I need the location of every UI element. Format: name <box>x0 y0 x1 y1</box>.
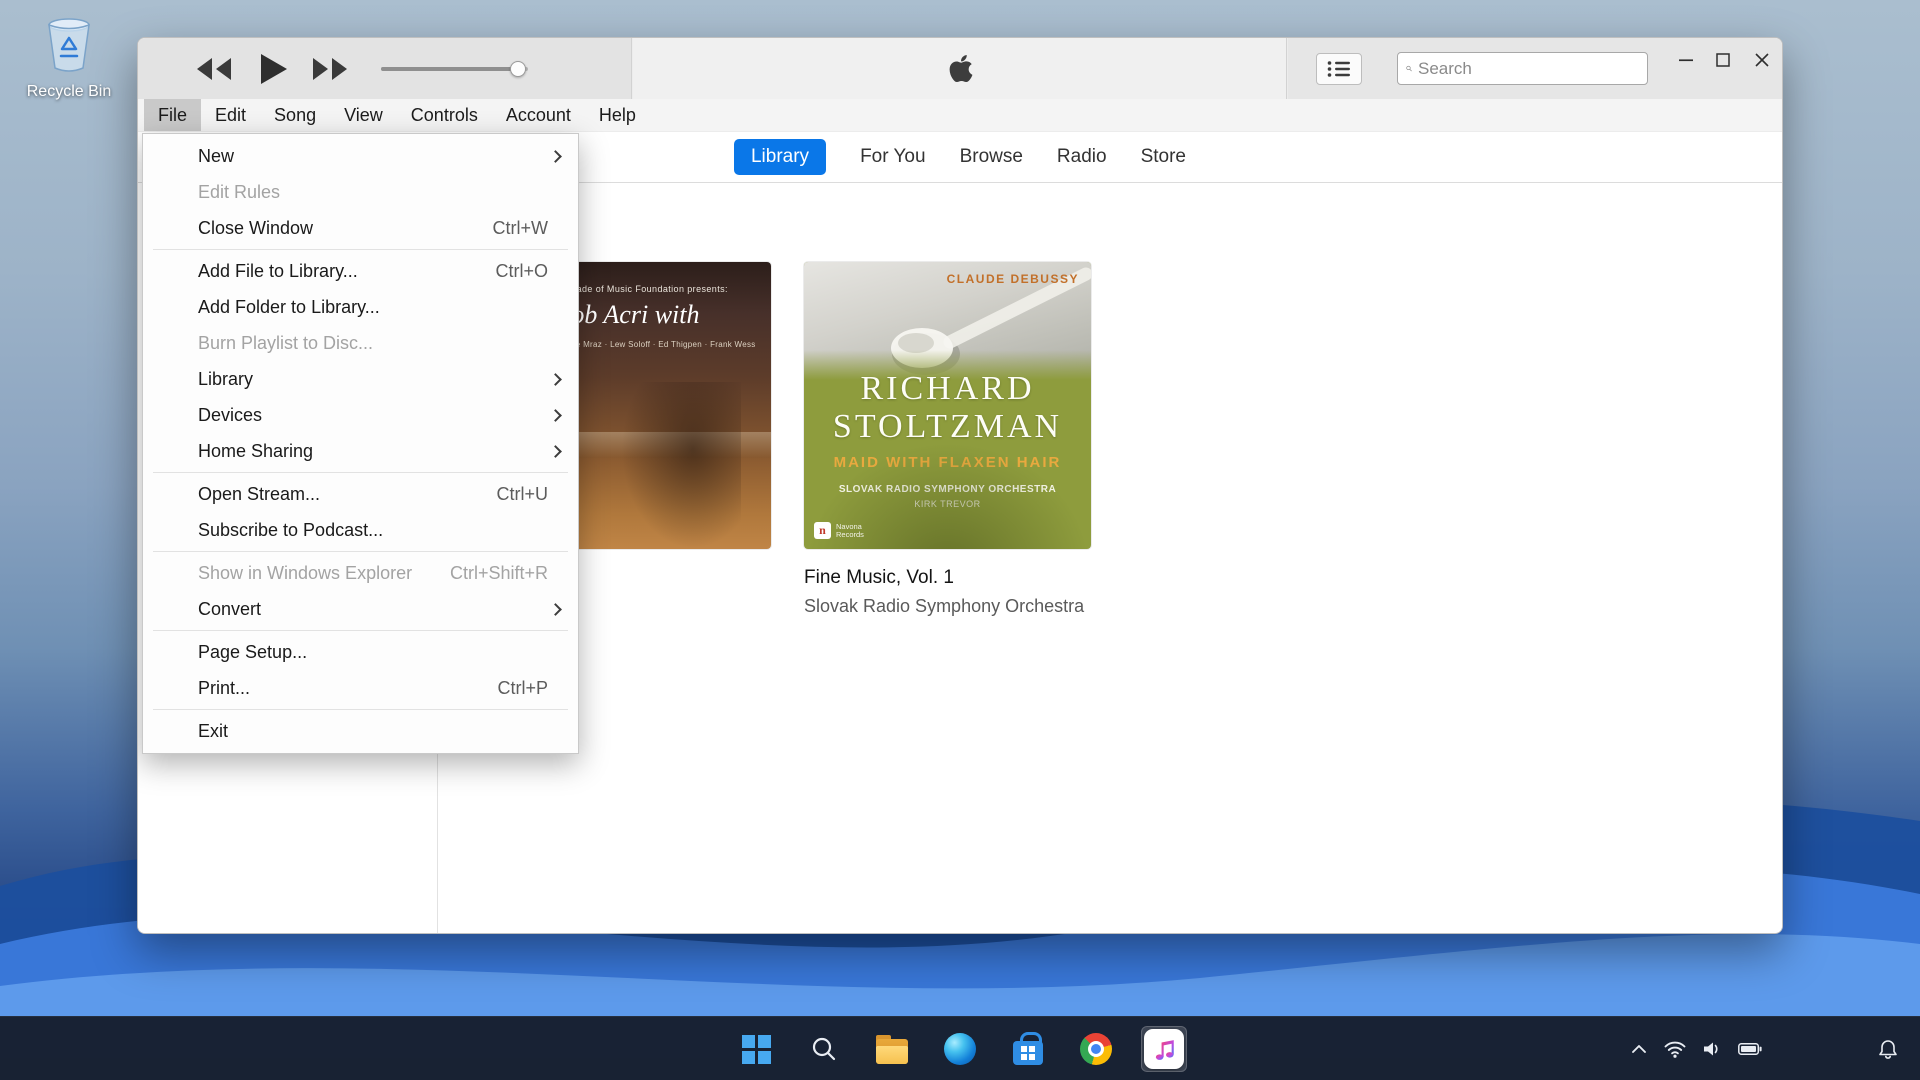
menu-item-new[interactable]: New <box>143 138 578 174</box>
menu-item-burn-playlist: Burn Playlist to Disc... <box>143 325 578 361</box>
list-icon <box>1327 60 1351 78</box>
album-caption-artist[interactable]: Slovak Radio Symphony Orchestra <box>804 596 1104 617</box>
chrome-button[interactable] <box>1073 1026 1119 1072</box>
menu-item-subscribe-to-podcast[interactable]: Subscribe to Podcast... <box>143 512 578 548</box>
menu-item-library[interactable]: Library <box>143 361 578 397</box>
itunes-icon <box>1144 1029 1184 1069</box>
rewind-button[interactable] <box>194 38 234 99</box>
menu-separator <box>153 472 568 473</box>
folder-icon <box>876 1039 908 1064</box>
menu-item-exit[interactable]: Exit <box>143 713 578 749</box>
minimize-button[interactable] <box>1668 45 1704 75</box>
close-button[interactable] <box>1744 45 1780 75</box>
chrome-icon <box>1080 1033 1112 1065</box>
album-caption: Fine Music, Vol. 1 Slovak Radio Symphony… <box>804 567 1104 617</box>
record-label-logo: n Navona Records <box>814 522 882 539</box>
tab-store[interactable]: Store <box>1141 146 1186 168</box>
volume-knob[interactable] <box>510 61 526 77</box>
menu-separator <box>153 249 568 250</box>
submenu-chevron-icon <box>549 150 562 163</box>
submenu-chevron-icon <box>549 603 562 616</box>
itunes-window: File Edit Song View Controls Account Hel… <box>137 37 1783 934</box>
album-photo-figure <box>621 382 741 549</box>
menu-item-close-window[interactable]: Close WindowCtrl+W <box>143 210 578 246</box>
menu-song[interactable]: Song <box>260 99 330 131</box>
volume-icon[interactable] <box>1703 1041 1721 1057</box>
fast-forward-button[interactable] <box>310 38 350 99</box>
recycle-bin-icon <box>42 16 96 74</box>
bell-icon <box>1878 1039 1898 1060</box>
menu-view[interactable]: View <box>330 99 397 131</box>
album-artist-name: RICHARD STOLTZMAN <box>804 370 1091 446</box>
submenu-chevron-icon <box>549 445 562 458</box>
edge-button[interactable] <box>937 1026 983 1072</box>
apple-logo-icon <box>948 53 974 89</box>
taskbar-search-button[interactable] <box>801 1026 847 1072</box>
itunes-toolbar <box>138 38 1782 99</box>
start-button[interactable] <box>733 1026 779 1072</box>
menu-help[interactable]: Help <box>585 99 650 131</box>
notifications-button[interactable] <box>1878 1017 1898 1080</box>
search-icon <box>1406 60 1412 77</box>
tab-for-you[interactable]: For You <box>860 146 926 168</box>
wifi-icon[interactable] <box>1664 1040 1686 1058</box>
album-fine-music[interactable]: CLAUDE DEBUSSY RICHARD STOLTZMAN MAID WI… <box>804 262 1091 549</box>
search-box[interactable] <box>1397 52 1648 85</box>
tab-browse[interactable]: Browse <box>960 146 1023 168</box>
menu-item-show-in-explorer: Show in Windows ExplorerCtrl+Shift+R <box>143 555 578 591</box>
itunes-button[interactable] <box>1141 1026 1187 1072</box>
file-menu-dropdown: New Edit Rules Close WindowCtrl+W Add Fi… <box>142 133 579 754</box>
album-composer: CLAUDE DEBUSSY <box>947 272 1079 286</box>
album-caption-title[interactable]: Fine Music, Vol. 1 <box>804 567 1104 589</box>
submenu-chevron-icon <box>549 373 562 386</box>
store-icon <box>1013 1041 1043 1065</box>
menu-item-home-sharing[interactable]: Home Sharing <box>143 433 578 469</box>
menu-item-convert[interactable]: Convert <box>143 591 578 627</box>
taskbar <box>0 1016 1920 1080</box>
menu-controls[interactable]: Controls <box>397 99 492 131</box>
menu-file[interactable]: File <box>144 99 201 131</box>
menu-item-page-setup[interactable]: Page Setup... <box>143 634 578 670</box>
volume-fill <box>381 67 518 71</box>
volume-slider[interactable] <box>381 67 528 71</box>
menubar: File Edit Song View Controls Account Hel… <box>138 99 1782 132</box>
rewind-icon <box>197 58 231 80</box>
view-list-button[interactable] <box>1316 53 1362 85</box>
battery-icon[interactable] <box>1738 1041 1762 1057</box>
play-button[interactable] <box>256 38 292 99</box>
submenu-chevron-icon <box>549 409 562 422</box>
edge-icon <box>944 1033 976 1065</box>
menu-item-print[interactable]: Print...Ctrl+P <box>143 670 578 706</box>
recycle-bin-label: Recycle Bin <box>14 83 124 101</box>
menu-item-devices[interactable]: Devices <box>143 397 578 433</box>
menu-separator <box>153 709 568 710</box>
system-tray <box>1631 1017 1762 1080</box>
taskbar-center <box>733 1017 1187 1080</box>
menu-separator <box>153 630 568 631</box>
play-icon <box>261 54 287 84</box>
tray-chevron-up-icon[interactable] <box>1631 1044 1647 1054</box>
menu-item-edit-rules: Edit Rules <box>143 174 578 210</box>
fast-forward-icon <box>313 58 347 80</box>
desktop: Recycle Bin <box>0 0 1920 1080</box>
search-input[interactable] <box>1418 59 1639 79</box>
microsoft-store-button[interactable] <box>1005 1026 1051 1072</box>
menu-separator <box>153 551 568 552</box>
tab-radio[interactable]: Radio <box>1057 146 1107 168</box>
menu-edit[interactable]: Edit <box>201 99 260 131</box>
menu-item-open-stream[interactable]: Open Stream...Ctrl+U <box>143 476 578 512</box>
recycle-bin[interactable]: Recycle Bin <box>14 16 124 101</box>
tab-library[interactable]: Library <box>734 139 826 175</box>
menu-account[interactable]: Account <box>492 99 585 131</box>
windows-logo-icon <box>742 1035 771 1064</box>
menu-item-add-file-to-library[interactable]: Add File to Library...Ctrl+O <box>143 253 578 289</box>
menu-item-add-folder-to-library[interactable]: Add Folder to Library... <box>143 289 578 325</box>
search-icon <box>810 1035 838 1063</box>
maximize-button[interactable] <box>1705 45 1741 75</box>
file-explorer-button[interactable] <box>869 1026 915 1072</box>
